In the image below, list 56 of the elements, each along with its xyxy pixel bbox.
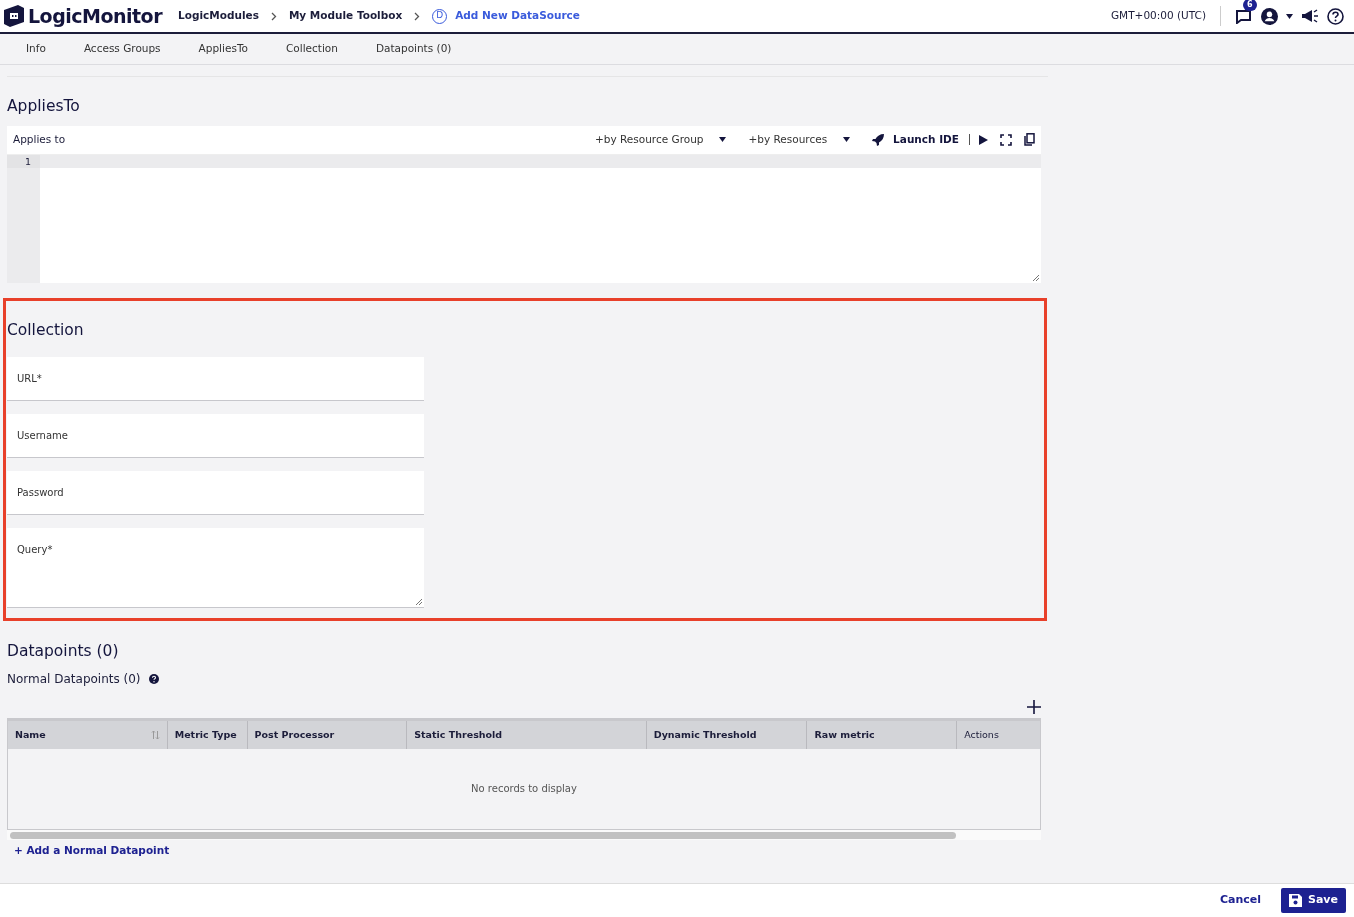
- editor-label: Applies to: [13, 131, 66, 147]
- launch-ide-button[interactable]: Launch IDE: [871, 130, 960, 149]
- save-button[interactable]: Save: [1281, 888, 1346, 913]
- caret-icon[interactable]: [1286, 13, 1293, 19]
- caret-icon: [719, 137, 727, 143]
- fullscreen-icon[interactable]: [1000, 133, 1012, 146]
- cancel-button[interactable]: Cancel: [1213, 891, 1267, 910]
- input-field[interactable]: URL*: [7, 357, 424, 402]
- play-icon[interactable]: [979, 134, 988, 145]
- column-header[interactable]: Raw metric: [807, 720, 958, 749]
- user-icon[interactable]: [1261, 7, 1278, 25]
- text-area[interactable]: Query*: [7, 528, 424, 609]
- tab[interactable]: Collection: [285, 41, 338, 57]
- column-header[interactable]: Post Processor: [247, 720, 408, 749]
- section-title: AppliesTo: [7, 97, 81, 116]
- tab[interactable]: Access Groups: [83, 41, 161, 57]
- logo-icon: [4, 5, 24, 27]
- section-title: Datapoints (0): [7, 642, 120, 661]
- tab[interactable]: Info: [26, 41, 46, 57]
- add-datapoint-link[interactable]: + Add a Normal Datapoint: [14, 843, 170, 856]
- chevron-icon: [414, 11, 421, 21]
- caret-icon: [843, 137, 851, 143]
- save-icon: [1289, 894, 1302, 907]
- input-field[interactable]: Username: [7, 414, 424, 459]
- line-number: 1: [7, 154, 40, 168]
- notification-count: 6: [1243, 0, 1257, 11]
- help-icon[interactable]: [1327, 7, 1344, 25]
- breadcrumb-link[interactable]: Add New DataSource: [455, 8, 580, 24]
- add-icon[interactable]: [1027, 699, 1041, 714]
- rocket-icon: [872, 133, 886, 146]
- column-header[interactable]: Actions: [957, 720, 1040, 749]
- resource-group-dropdown[interactable]: +by Resource Group: [594, 130, 728, 149]
- empty-message: No records to display: [471, 782, 577, 797]
- subsection-title: Normal Datapoints (0): [7, 670, 141, 688]
- resize-handle-icon[interactable]: [1032, 273, 1039, 281]
- megaphone-icon[interactable]: [1301, 9, 1319, 23]
- column-header[interactable]: Metric Type: [167, 720, 248, 749]
- resize-handle-icon[interactable]: [415, 598, 422, 606]
- resources-dropdown[interactable]: +by Resources: [747, 130, 852, 149]
- column-header[interactable]: Name: [8, 720, 168, 749]
- help-icon[interactable]: [148, 673, 159, 684]
- column-header[interactable]: Dynamic Threshold: [646, 720, 808, 749]
- input-field[interactable]: Password: [7, 471, 424, 516]
- chat-icon[interactable]: [1235, 8, 1253, 24]
- tab[interactable]: Datapoints (0): [375, 41, 452, 57]
- scrollbar[interactable]: [10, 831, 956, 839]
- chevron-icon: [270, 11, 277, 21]
- tab[interactable]: AppliesTo: [198, 41, 248, 57]
- breadcrumb-link[interactable]: My Module Toolbox: [288, 8, 403, 24]
- section-title: Collection: [7, 320, 85, 340]
- code-editor[interactable]: 1: [7, 153, 1041, 283]
- copy-icon[interactable]: [1024, 133, 1035, 147]
- breadcrumb-link[interactable]: LogicModules: [178, 8, 259, 24]
- column-header[interactable]: Static Threshold: [407, 720, 647, 749]
- logo-text[interactable]: LogicMonitor: [28, 1, 163, 31]
- timezone-label: GMT+00:00 (UTC): [1111, 8, 1206, 24]
